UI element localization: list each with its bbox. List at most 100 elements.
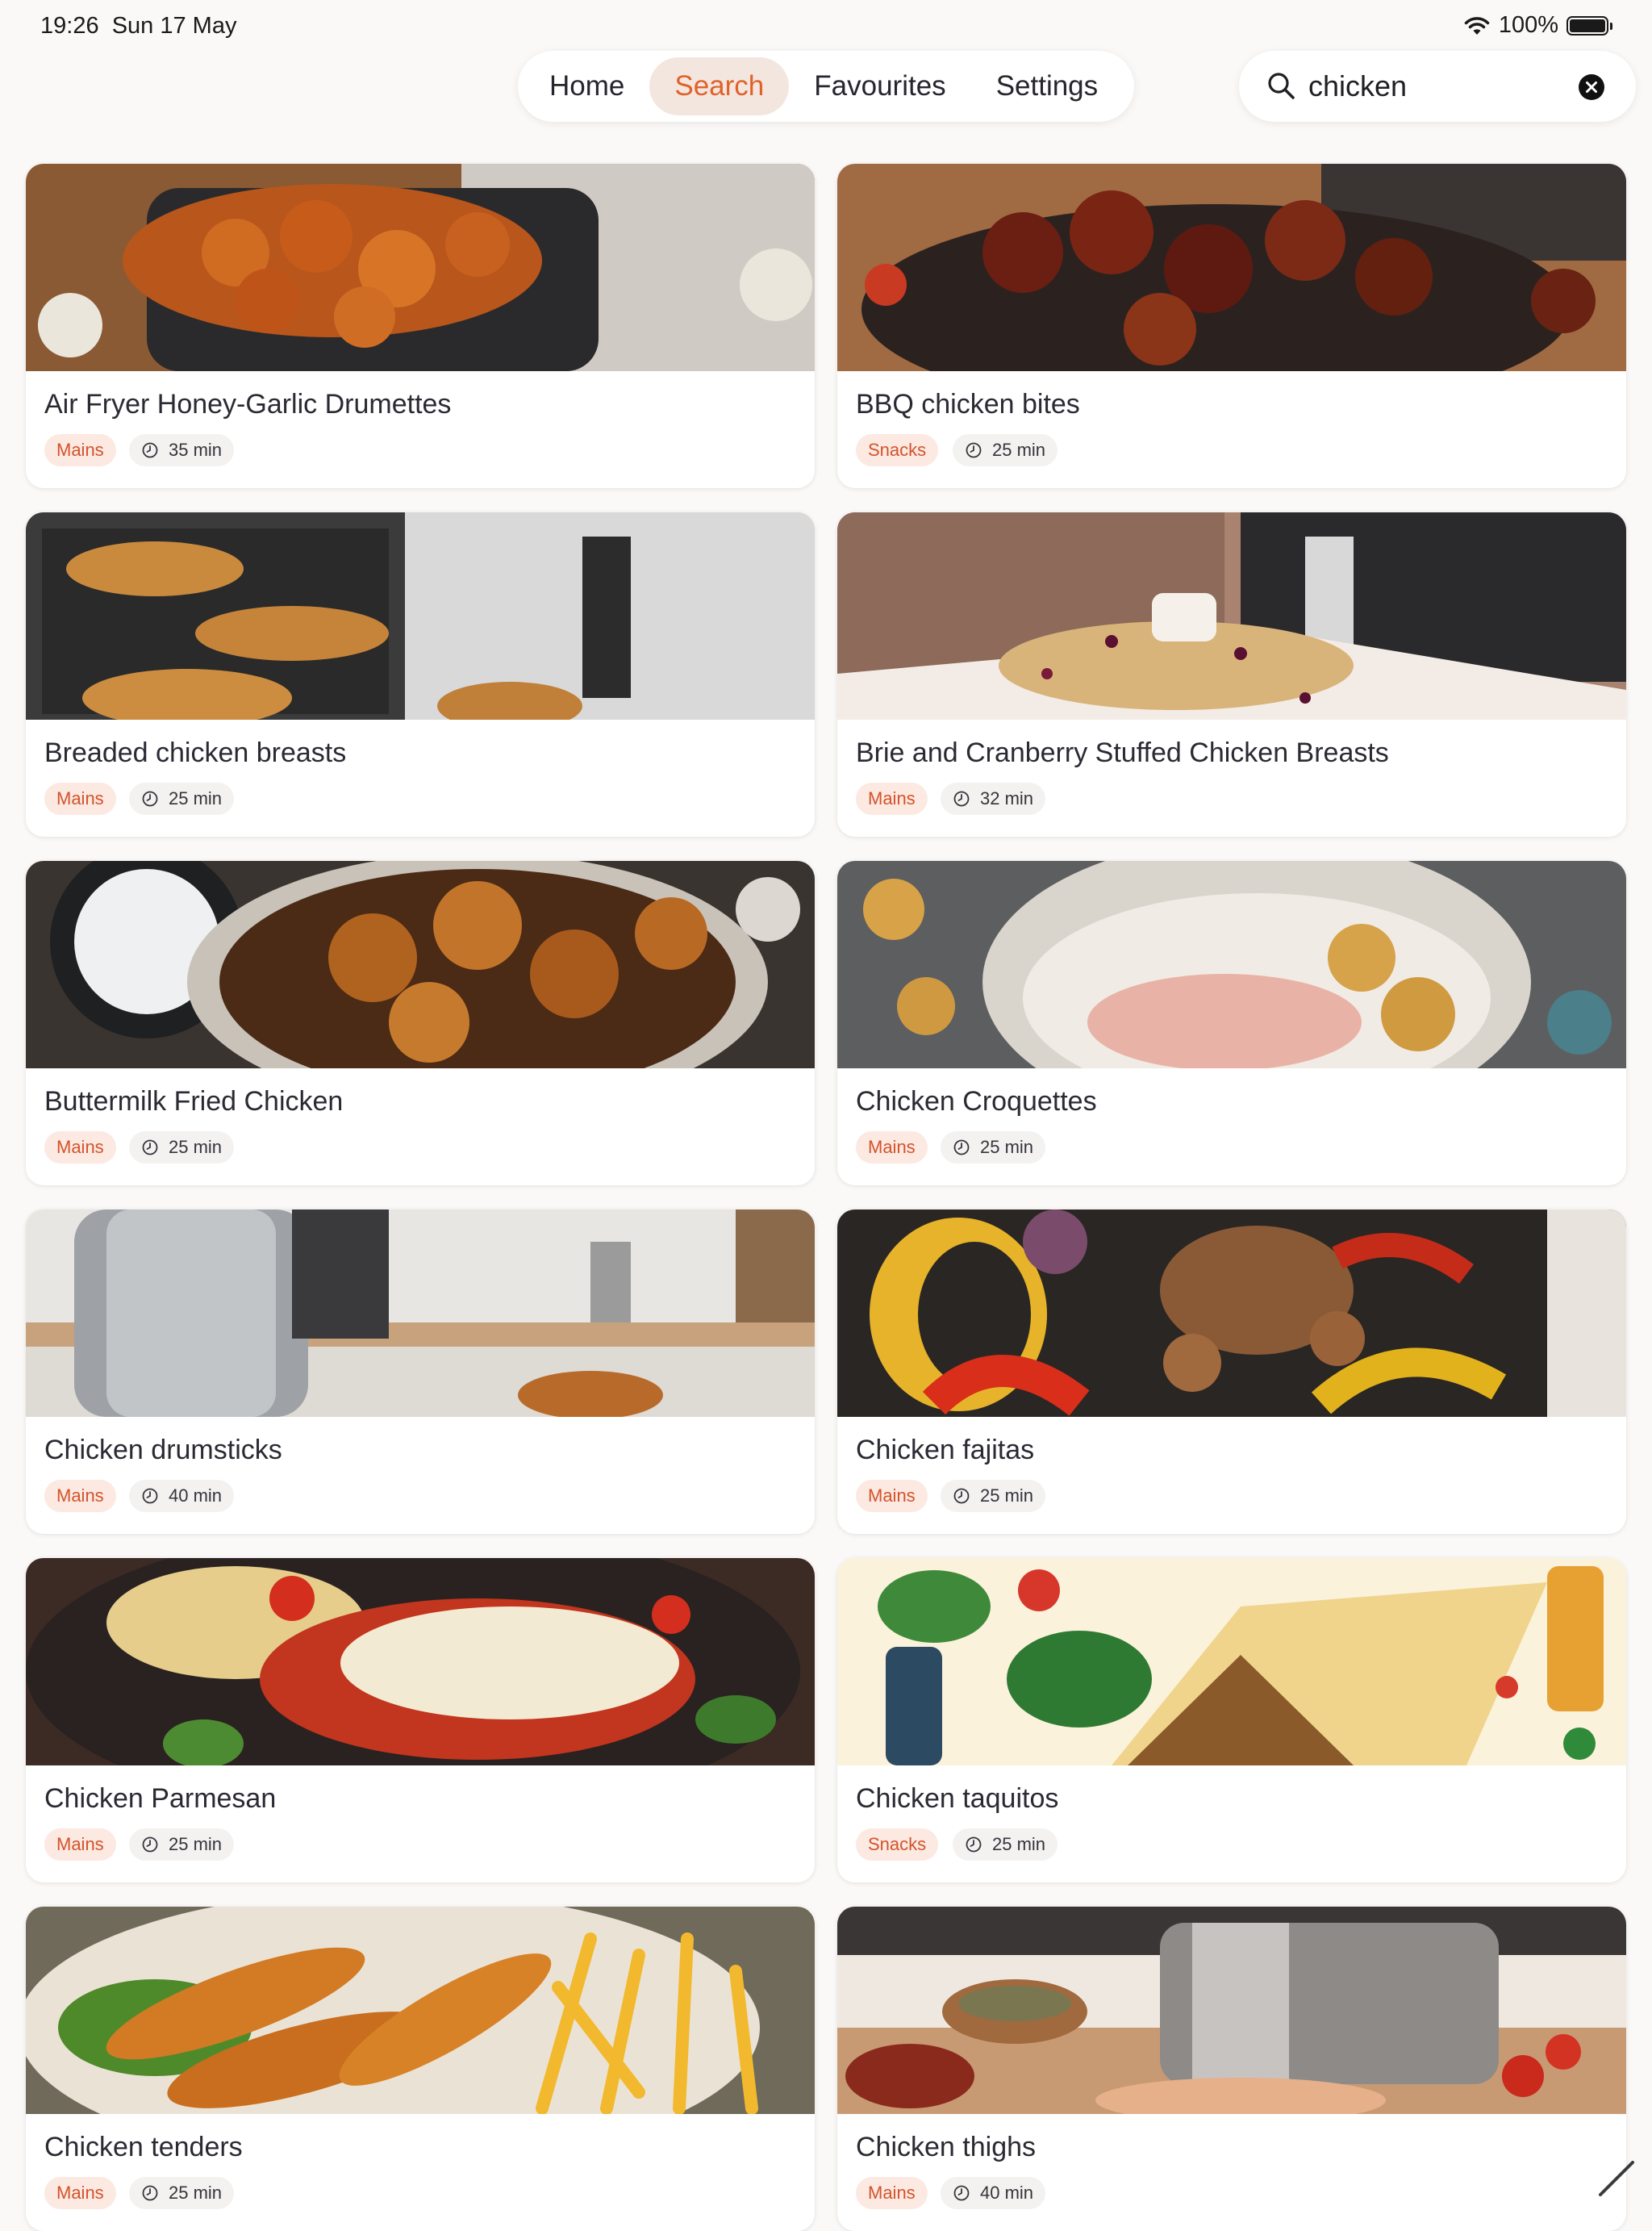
cook-time: 25 min [992, 1834, 1045, 1855]
time-chip: 25 min [129, 2177, 234, 2209]
category-chip: Mains [856, 783, 928, 815]
status-bar: 19:26 Sun 17 May 100% [0, 0, 1652, 52]
recipe-title: Chicken Parmesan [44, 1783, 276, 1815]
time-chip: 25 min [129, 1131, 234, 1164]
recipe-photo [837, 1210, 1626, 1417]
tab-home[interactable]: Home [524, 57, 649, 115]
clock-icon [141, 790, 159, 808]
recipe-photo [837, 1907, 1626, 2114]
status-time: 19:26 [40, 13, 99, 39]
cook-time: 35 min [169, 440, 222, 461]
recipe-title: Chicken thighs [856, 2132, 1036, 2163]
category-chip: Mains [44, 1131, 116, 1164]
time-chip: 32 min [941, 783, 1045, 815]
cook-time: 25 min [992, 440, 1045, 461]
time-chip: 40 min [941, 2177, 1045, 2209]
recipe-photo [26, 512, 815, 720]
time-chip: 25 min [953, 434, 1058, 466]
recipe-card[interactable]: Chicken drumsticks Mains 40 min [26, 1210, 815, 1534]
time-chip: 25 min [941, 1131, 1045, 1164]
clear-search-icon[interactable] [1578, 73, 1605, 101]
category-chip: Mains [856, 1480, 928, 1512]
category-chip: Mains [44, 2177, 116, 2209]
status-indicators: 100% [1463, 12, 1608, 39]
time-chip: 25 min [953, 1828, 1058, 1861]
clock-icon [965, 1836, 982, 1853]
cook-time: 25 min [169, 788, 222, 809]
recipe-title: Breaded chicken breasts [44, 737, 346, 769]
battery-percent: 100% [1499, 12, 1558, 39]
cook-time: 25 min [169, 2183, 222, 2204]
time-chip: 25 min [941, 1480, 1045, 1512]
recipe-title: Buttermilk Fried Chicken [44, 1086, 343, 1118]
recipe-card[interactable]: Breaded chicken breasts Mains 25 min [26, 512, 815, 837]
recipe-photo [837, 164, 1626, 371]
clock-icon [141, 1138, 159, 1156]
clock-icon [141, 1487, 159, 1505]
recipe-title: Chicken Croquettes [856, 1086, 1097, 1118]
search-input[interactable] [1308, 67, 1575, 106]
category-chip: Mains [44, 434, 116, 466]
cook-time: 32 min [980, 788, 1033, 809]
tab-search[interactable]: Search [649, 57, 789, 115]
time-chip: 35 min [129, 434, 234, 466]
time-chip: 25 min [129, 783, 234, 815]
wifi-icon [1463, 15, 1491, 36]
search-box[interactable] [1239, 51, 1636, 122]
cook-time: 40 min [169, 1485, 222, 1506]
clock-icon [141, 441, 159, 459]
recipe-photo [26, 164, 815, 371]
top-nav: Home Search Favourites Settings [518, 51, 1134, 122]
recipe-card[interactable]: Buttermilk Fried Chicken Mains 25 min [26, 861, 815, 1185]
category-chip: Mains [44, 1480, 116, 1512]
cook-time: 40 min [980, 2183, 1033, 2204]
recipe-title: Chicken fajitas [856, 1435, 1034, 1466]
recipe-card[interactable]: Chicken thighs Mains 40 min [837, 1907, 1626, 2231]
time-chip: 40 min [129, 1480, 234, 1512]
clock-icon [953, 1487, 970, 1505]
recipe-card[interactable]: Chicken Croquettes Mains 25 min [837, 861, 1626, 1185]
recipe-title: Chicken drumsticks [44, 1435, 282, 1466]
category-chip: Snacks [856, 1828, 938, 1861]
clock-icon [141, 1836, 159, 1853]
recipe-title: Brie and Cranberry Stuffed Chicken Breas… [856, 737, 1389, 769]
search-icon [1266, 70, 1298, 102]
recipe-title: BBQ chicken bites [856, 389, 1080, 420]
clock-icon [953, 790, 970, 808]
recipe-title: Chicken taquitos [856, 1783, 1058, 1815]
recipe-photo [26, 1907, 815, 2114]
recipe-card[interactable]: Chicken fajitas Mains 25 min [837, 1210, 1626, 1534]
status-date: Sun 17 May [112, 13, 237, 39]
battery-icon [1566, 16, 1608, 36]
tab-favourites[interactable]: Favourites [789, 57, 970, 115]
recipe-card[interactable]: Brie and Cranberry Stuffed Chicken Breas… [837, 512, 1626, 837]
recipe-card[interactable]: Chicken tenders Mains 25 min [26, 1907, 815, 2231]
clock-icon [141, 2184, 159, 2202]
category-chip: Mains [856, 2177, 928, 2209]
cook-time: 25 min [169, 1834, 222, 1855]
status-time-date: 19:26 Sun 17 May [40, 13, 236, 40]
cook-time: 25 min [169, 1137, 222, 1158]
category-chip: Snacks [856, 434, 938, 466]
recipe-photo [26, 1558, 815, 1765]
category-chip: Mains [44, 1828, 116, 1861]
category-chip: Mains [856, 1131, 928, 1164]
recipe-card[interactable]: Chicken Parmesan Mains 25 min [26, 1558, 815, 1882]
recipe-photo [26, 1210, 815, 1417]
clock-icon [953, 2184, 970, 2202]
recipe-photo [837, 1558, 1626, 1765]
clock-icon [965, 441, 982, 459]
recipe-title: Air Fryer Honey-Garlic Drumettes [44, 389, 451, 420]
recipe-card[interactable]: Chicken taquitos Snacks 25 min [837, 1558, 1626, 1882]
recipe-card[interactable]: BBQ chicken bites Snacks 25 min [837, 164, 1626, 488]
recipe-photo [837, 512, 1626, 720]
clock-icon [953, 1138, 970, 1156]
category-chip: Mains [44, 783, 116, 815]
corner-handle-icon [1594, 2153, 1642, 2201]
cook-time: 25 min [980, 1137, 1033, 1158]
recipe-photo [837, 861, 1626, 1068]
recipe-photo [26, 861, 815, 1068]
tab-settings[interactable]: Settings [971, 57, 1123, 115]
time-chip: 25 min [129, 1828, 234, 1861]
recipe-card[interactable]: Air Fryer Honey-Garlic Drumettes Mains 3… [26, 164, 815, 488]
